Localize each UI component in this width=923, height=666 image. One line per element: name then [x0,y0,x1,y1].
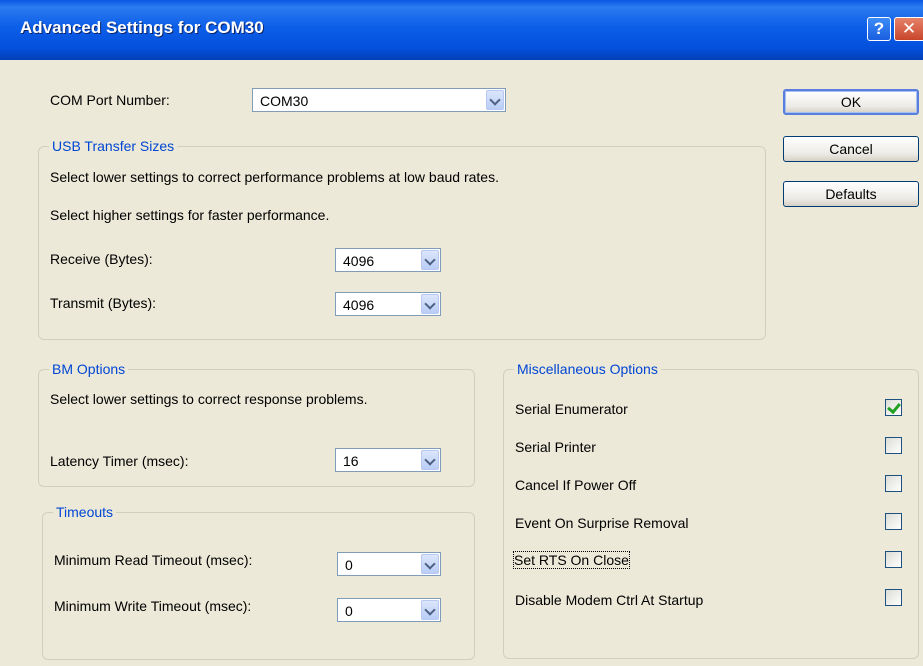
min-write-select[interactable]: 0 [337,598,441,622]
misc-option-label[interactable]: Serial Enumerator [515,401,628,417]
min-read-select[interactable]: 0 [337,552,441,576]
transmit-label: Transmit (Bytes): [50,295,157,311]
timeouts-title: Timeouts [53,504,117,520]
timeouts-group: Timeouts [42,504,475,660]
serial-printer-checkbox[interactable] [885,437,902,454]
com-port-label: COM Port Number: [50,92,170,108]
receive-label: Receive (Bytes): [50,251,153,267]
chevron-down-icon[interactable] [486,90,504,110]
window-title: Advanced Settings for COM30 [20,18,264,37]
latency-value: 16 [343,453,359,469]
latency-label: Latency Timer (msec): [50,453,189,469]
min-write-value: 0 [345,603,353,619]
ok-button[interactable]: OK [783,89,919,115]
transmit-select[interactable]: 4096 [335,292,441,316]
cancel-if-power-off-checkbox[interactable] [885,475,902,492]
bm-options-desc: Select lower settings to correct respons… [50,391,368,407]
transmit-value: 4096 [343,297,375,313]
misc-option-label[interactable]: Disable Modem Ctrl At Startup [515,592,703,608]
receive-value: 4096 [343,253,375,269]
com-port-value: COM30 [260,93,309,109]
min-read-value: 0 [345,557,353,573]
disable-modem-ctrl-checkbox[interactable] [885,589,902,606]
close-icon[interactable]: ✕ [894,17,923,41]
chevron-down-icon[interactable] [421,554,439,574]
title-bar[interactable]: Advanced Settings for COM30 ? ✕ [0,0,923,60]
chevron-down-icon[interactable] [421,250,439,270]
chevron-down-icon[interactable] [421,600,439,620]
misc-options-title: Miscellaneous Options [514,361,661,377]
serial-enumerator-checkbox[interactable] [885,399,902,416]
misc-option-label[interactable]: Set RTS On Close [513,551,630,569]
defaults-button[interactable]: Defaults [783,181,919,207]
com-port-select[interactable]: COM30 [252,88,506,112]
event-on-surprise-removal-checkbox[interactable] [885,513,902,530]
chevron-down-icon[interactable] [421,294,439,314]
latency-select[interactable]: 16 [335,448,441,472]
cancel-button[interactable]: Cancel [783,136,919,162]
misc-option-label[interactable]: Cancel If Power Off [515,477,636,493]
min-read-label: Minimum Read Timeout (msec): [54,552,253,568]
usb-transfer-desc-2: Select higher settings for faster perfor… [50,207,330,223]
receive-select[interactable]: 4096 [335,248,441,272]
usb-transfer-title: USB Transfer Sizes [49,138,178,154]
misc-option-label[interactable]: Event On Surprise Removal [515,515,689,531]
help-icon[interactable]: ? [867,17,891,41]
chevron-down-icon[interactable] [421,450,439,470]
set-rts-on-close-checkbox[interactable] [885,551,902,568]
usb-transfer-desc-1: Select lower settings to correct perform… [50,169,499,185]
bm-options-title: BM Options [49,361,129,377]
misc-option-label[interactable]: Serial Printer [515,439,596,455]
min-write-label: Minimum Write Timeout (msec): [54,598,252,614]
